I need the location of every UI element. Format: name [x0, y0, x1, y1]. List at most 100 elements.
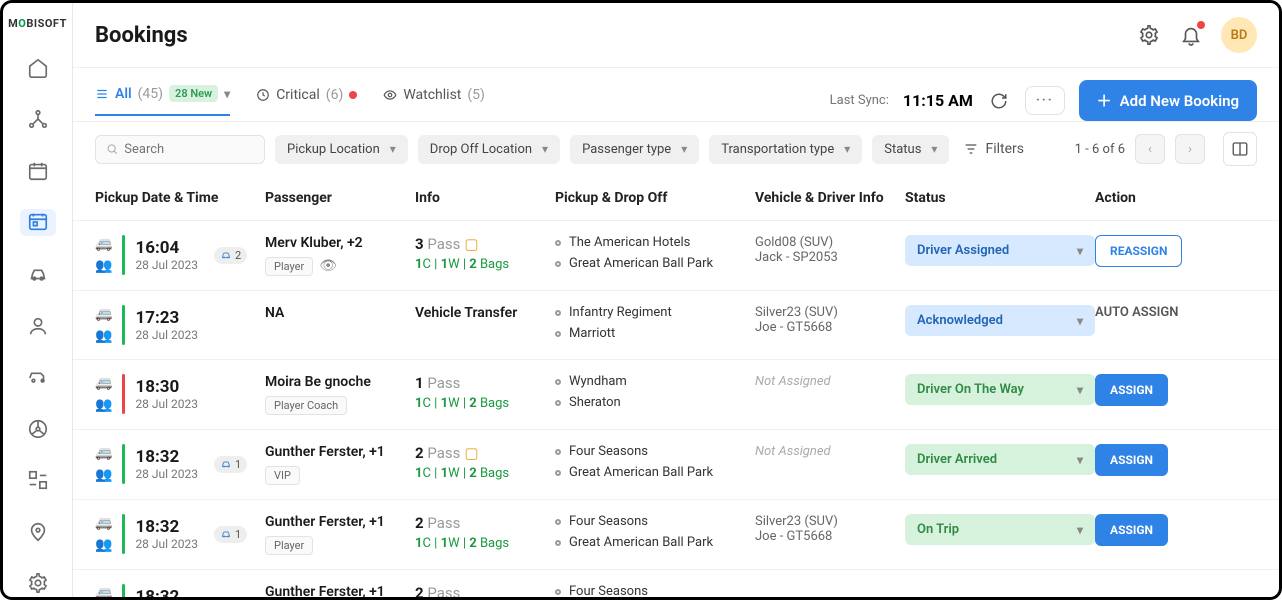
dropoff-location: Great American Ball Park [569, 256, 713, 271]
nav-wheel-icon[interactable] [20, 415, 56, 443]
pickup-dot-icon [555, 240, 561, 246]
priority-stripe [122, 374, 125, 414]
dropoff-dot-icon [555, 470, 561, 476]
chevron-down-icon: ▾ [1077, 314, 1083, 328]
reassign-button[interactable]: REASSIGN [1095, 235, 1182, 267]
chevron-down-icon: ▾ [931, 142, 937, 156]
table-row[interactable]: 🚐👥 18:3228 Jul 2023 1 Gunther Ferster, +… [73, 500, 1279, 570]
date-value: 28 Jul 2023 [135, 328, 198, 342]
filter-transport[interactable]: Transportation type▾ [709, 135, 862, 164]
passenger-name: NA [265, 305, 415, 321]
pass-count: 2 [415, 514, 424, 532]
cell-locations: The American Hotels Great American Ball … [555, 235, 755, 271]
status-pill[interactable]: Driver On The Way▾ [905, 374, 1095, 405]
page-prev-button[interactable]: ‹ [1135, 134, 1165, 164]
cell-datetime: 🚐👥 18:3228 Jul 2023 1 [95, 514, 265, 554]
bell-icon[interactable] [1179, 23, 1203, 47]
nav-settings-icon[interactable] [20, 569, 56, 597]
gear-icon[interactable] [1137, 23, 1161, 47]
dropoff-location: Sheraton [569, 395, 621, 410]
chevron-down-icon: ▾ [1077, 244, 1083, 258]
status-label: Driver Arrived [917, 452, 997, 467]
status-pill[interactable]: Acknowledged ▾ [905, 305, 1095, 336]
time-value: 18:32 [135, 517, 198, 537]
status-label: Acknowledged [917, 313, 1003, 328]
tab-watchlist[interactable]: Watchlist (5) [383, 87, 485, 115]
group-icon: 👥 [95, 397, 112, 413]
cell-info: 2 Pass▢ 1C | 1W | 2 Bags [415, 444, 555, 481]
passenger-name: Gunther Ferster, +1 [265, 444, 415, 460]
page-next-button[interactable]: › [1175, 134, 1205, 164]
group-icon: 👥 [95, 467, 112, 483]
cell-passenger: Gunther Ferster, +1 [265, 584, 415, 597]
columns-toggle-button[interactable] [1223, 132, 1257, 166]
cell-info: Vehicle Transfer [415, 305, 555, 321]
cell-info: 2 Pass 1C | 1W | 2 Bags [415, 514, 555, 551]
tabbar: All (45) 28 New ▾ Critical (6) Watchlist… [73, 68, 1279, 121]
chevron-down-icon: ▾ [1077, 523, 1083, 537]
cell-datetime: 🚐👥 16:0428 Jul 2023 2 [95, 235, 265, 275]
col-status: Status [905, 190, 1095, 206]
critical-dot-icon [349, 91, 357, 99]
nav-user-icon[interactable] [20, 312, 56, 340]
filter-dropoff[interactable]: Drop Off Location▾ [418, 135, 560, 164]
nav-bookings-icon[interactable] [20, 209, 56, 237]
nav-org-icon[interactable] [20, 106, 56, 134]
plus-icon: ＋ [1097, 90, 1112, 111]
tab-watchlist-label: Watchlist [403, 87, 461, 103]
tab-all[interactable]: All (45) 28 New ▾ [95, 85, 230, 116]
cell-action: ASSIGN [1095, 444, 1215, 476]
pickup-dot-icon [555, 589, 561, 595]
passenger-name: Gunther Ferster, +1 [265, 584, 415, 597]
search-input[interactable] [95, 135, 265, 164]
flag-icon: ▢ [464, 235, 478, 253]
cell-status: On Trip ▾ [905, 514, 1095, 545]
filter-pickup[interactable]: Pickup Location▾ [275, 135, 408, 164]
nav-shuttle-icon[interactable] [20, 363, 56, 391]
more-button[interactable]: ··· [1025, 86, 1065, 115]
cell-vehicle-driver: Gold08 (SUV)Jack - SP2053 [755, 235, 905, 265]
filter-status[interactable]: Status▾ [872, 135, 949, 164]
date-value: 28 Jul 2023 [135, 467, 198, 481]
nav-layout-icon[interactable] [20, 466, 56, 494]
nav-calendar-icon[interactable] [20, 157, 56, 185]
passenger-tag: Player [265, 536, 313, 555]
table-row[interactable]: 🚐👥 17:2328 Jul 2023 NA Vehicle Transfer … [73, 291, 1279, 360]
cell-action: ASSIGN [1095, 374, 1215, 406]
refresh-icon[interactable] [987, 89, 1011, 113]
cell-info: 2 Pass [415, 584, 555, 597]
bookings-table: Pickup Date & Time Passenger Info Pickup… [73, 176, 1279, 597]
col-info: Info [415, 190, 555, 206]
tab-critical[interactable]: Critical (6) [256, 87, 357, 115]
status-pill[interactable]: Driver Assigned▾ [905, 235, 1095, 266]
table-row[interactable]: 🚐👥 18:3228 Jul 2023 1 Gunther Ferster, +… [73, 430, 1279, 500]
table-row[interactable]: 🚐👥 16:0428 Jul 2023 2 Merv Kluber, +2 Pl… [73, 221, 1279, 291]
table-row[interactable]: 🚐👥 18:3228 Jul 2023 Gunther Ferster, +1 … [73, 570, 1279, 597]
nav-location-icon[interactable] [20, 518, 56, 546]
cell-datetime: 🚐👥 18:3228 Jul 2023 1 [95, 444, 265, 484]
assign-button[interactable]: ASSIGN [1095, 444, 1168, 476]
pagination: 1 - 6 of 6 ‹ › [1075, 132, 1257, 166]
pass-count: 2 [415, 584, 424, 597]
cell-locations: Infantry Regiment Marriott [555, 305, 755, 341]
priority-stripe [122, 514, 125, 554]
nav-home-icon[interactable] [20, 54, 56, 82]
dropoff-location: Marriott [569, 326, 615, 341]
chevron-down-icon: ▾ [224, 87, 230, 101]
pass-label: Pass [427, 584, 460, 597]
user-avatar[interactable]: BD [1221, 17, 1257, 53]
watch-icon[interactable]: 👁 [319, 258, 337, 274]
nav-vehicle-icon[interactable] [20, 260, 56, 288]
vehicle-count-badge: 2 [214, 247, 247, 264]
add-new-booking-button[interactable]: ＋Add New Booking [1079, 80, 1257, 121]
chevron-down-icon: ▾ [681, 142, 687, 156]
assign-button[interactable]: ASSIGN [1095, 514, 1168, 546]
assign-button[interactable]: ASSIGN [1095, 374, 1168, 406]
status-label: On Trip [917, 522, 959, 537]
status-pill[interactable]: On Trip ▾ [905, 514, 1095, 545]
filters-button[interactable]: Filters [963, 141, 1024, 157]
status-pill[interactable]: Driver Arrived▾ [905, 444, 1095, 475]
filter-passenger[interactable]: Passenger type▾ [570, 135, 699, 164]
cell-info: 3 Pass▢ 1C | 1W | 2 Bags [415, 235, 555, 272]
table-row[interactable]: 🚐👥 18:3028 Jul 2023 Moira Be gnoche Play… [73, 360, 1279, 430]
